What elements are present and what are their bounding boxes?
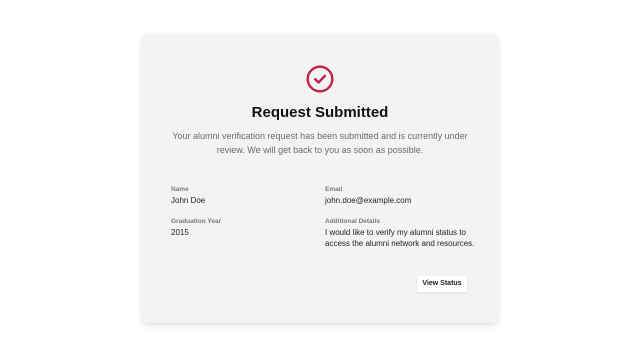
confirmation-card: Request Submitted Your alumni verificati… xyxy=(142,34,498,323)
check-circle-icon xyxy=(306,65,334,93)
email-label: Email xyxy=(325,186,343,193)
name-value: John Doe xyxy=(171,196,206,205)
name-field: Name John Doe xyxy=(171,185,205,206)
name-label: Name xyxy=(171,186,189,193)
additional-details-label: Additional Details xyxy=(325,218,380,225)
view-status-button[interactable]: View Status xyxy=(417,276,467,292)
email-field: Email john.doe@example.com xyxy=(325,185,411,206)
graduation-year-label: Graduation Year xyxy=(171,218,222,225)
graduation-year-field: Graduation Year 2015 xyxy=(171,217,221,238)
page-title: Request Submitted xyxy=(251,104,389,121)
additional-details-value: I would like to verify my alumni status … xyxy=(325,228,475,248)
graduation-year-value: 2015 xyxy=(171,228,189,237)
email-value: john.doe@example.com xyxy=(325,196,412,205)
additional-details-field: Additional Details I would like to verif… xyxy=(325,217,477,249)
confirmation-message: Your alumni verification request has bee… xyxy=(172,131,468,155)
